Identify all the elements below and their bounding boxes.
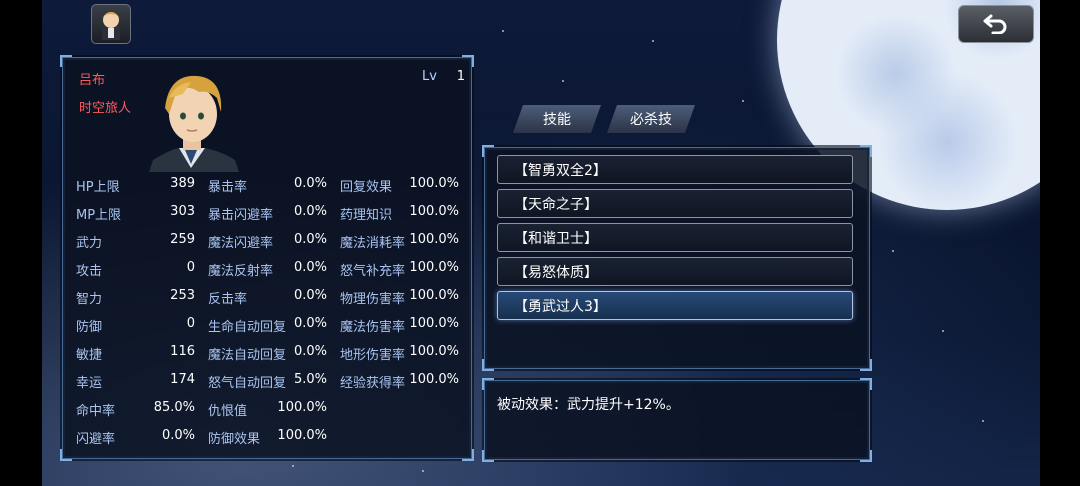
stat-value: 0.0% (161, 428, 195, 443)
stat-label: 暴击率 (208, 180, 248, 195)
stat-value: 303 (170, 204, 195, 219)
stat-label: 魔法闪避率 (208, 236, 274, 251)
stat-value: 0 (186, 316, 195, 331)
stat-label: HP上限 (76, 180, 120, 195)
frame-corner (482, 359, 494, 371)
frame-corner (60, 55, 72, 67)
stat-value: 174 (170, 372, 195, 387)
star (892, 250, 894, 252)
stat-value: 0.0% (293, 232, 327, 247)
character-portrait (149, 75, 239, 172)
stat-value: 100.0% (409, 232, 459, 247)
frame-corner (482, 450, 494, 462)
stat-label: 武力 (76, 236, 103, 251)
skill-item[interactable]: 【天命之子】 (497, 189, 853, 218)
stat-label: 反击率 (208, 292, 248, 307)
star (742, 100, 744, 102)
stat-label: 药理知识 (340, 208, 393, 223)
stat-label: 命中率 (76, 404, 116, 419)
status-panel: 吕布 时空旅人 Lv 1 HP上限 389 MP上限 303 武力 259 攻击… (60, 55, 474, 461)
skill-description-panel: 被动效果：武力提升+12%。 (482, 378, 872, 462)
tab-skills[interactable]: 技能 (513, 105, 601, 133)
stat-label: 地形伤害率 (340, 348, 406, 363)
stat-label: 防御效果 (208, 432, 261, 447)
frame-corner (462, 449, 474, 461)
star (562, 80, 564, 82)
star (422, 470, 424, 472)
skill-item[interactable]: 【智勇双全2】 (497, 155, 853, 184)
star (502, 30, 504, 32)
stat-value: 0.0% (293, 344, 327, 359)
stat-value: 100.0% (409, 204, 459, 219)
stat-value: 389 (170, 176, 195, 191)
frame-corner (860, 378, 872, 390)
stat-value: 0.0% (293, 260, 327, 275)
stat-label: 敏捷 (76, 348, 103, 363)
character-avatar-button[interactable] (91, 4, 131, 44)
stat-label: 仇恨值 (208, 404, 248, 419)
stat-label: MP上限 (76, 208, 122, 223)
frame-corner (60, 449, 72, 461)
stat-label: 魔法反射率 (208, 264, 274, 279)
stat-label: 魔法自动回复 (208, 348, 287, 363)
frame-corner (860, 450, 872, 462)
stat-value: 100.0% (409, 316, 459, 331)
stat-label: 经验获得率 (340, 376, 406, 391)
level-label: Lv (422, 69, 437, 84)
stat-label: 生命自动回复 (208, 320, 287, 335)
stat-label: 防御 (76, 320, 103, 335)
stat-label: 回复效果 (340, 180, 393, 195)
stat-label: 闪避率 (76, 432, 116, 447)
stat-value: 0.0% (293, 176, 327, 191)
back-button[interactable] (958, 5, 1034, 43)
stat-value: 259 (170, 232, 195, 247)
stat-value: 100.0% (409, 344, 459, 359)
star (292, 465, 294, 467)
frame-corner (462, 55, 474, 67)
stat-label: 幸运 (76, 376, 103, 391)
stat-value: 0 (186, 260, 195, 275)
star (982, 420, 984, 422)
character-title: 时空旅人 (79, 101, 132, 116)
right-letterbox (1040, 0, 1080, 486)
stat-label: 怒气自动回复 (208, 376, 287, 391)
stat-label: 魔法伤害率 (340, 320, 406, 335)
stat-value: 100.0% (409, 176, 459, 191)
stat-value: 0.0% (293, 288, 327, 303)
stat-label: 攻击 (76, 264, 103, 279)
stat-value: 116 (170, 344, 195, 359)
frame-corner (482, 145, 494, 157)
stat-value: 0.0% (293, 316, 327, 331)
stat-value: 100.0% (409, 260, 459, 275)
frame-corner (860, 359, 872, 371)
character-name: 吕布 (79, 73, 106, 88)
stat-value: 5.0% (293, 372, 327, 387)
stat-value: 253 (170, 288, 195, 303)
character-face-icon (102, 12, 120, 40)
stat-value: 100.0% (277, 428, 327, 443)
stat-value: 0.0% (293, 204, 327, 219)
star (652, 40, 654, 42)
stat-label: 怒气补充率 (340, 264, 406, 279)
skill-item[interactable]: 【和谐卫士】 (497, 223, 853, 252)
stat-value: 100.0% (409, 288, 459, 303)
back-arrow-icon (983, 14, 1007, 34)
skill-description: 被动效果：武力提升+12%。 (497, 397, 680, 413)
stat-value: 100.0% (409, 372, 459, 387)
skills-list-panel: 【智勇双全2】 【天命之子】 【和谐卫士】 【易怒体质】 【勇武过人3】 (482, 145, 872, 371)
skill-item[interactable]: 【易怒体质】 (497, 257, 853, 286)
stat-label: 暴击闪避率 (208, 208, 274, 223)
stat-label: 魔法消耗率 (340, 236, 406, 251)
stat-value: 100.0% (277, 400, 327, 415)
stat-value: 85.0% (153, 400, 195, 415)
tab-ultimate[interactable]: 必杀技 (607, 105, 695, 133)
frame-corner (482, 378, 494, 390)
stat-label: 智力 (76, 292, 103, 307)
frame-corner (860, 145, 872, 157)
stat-label: 物理伤害率 (340, 292, 406, 307)
level-value: 1 (456, 69, 465, 84)
skill-item-selected[interactable]: 【勇武过人3】 (497, 291, 853, 320)
star (942, 330, 944, 332)
left-letterbox (0, 0, 42, 486)
